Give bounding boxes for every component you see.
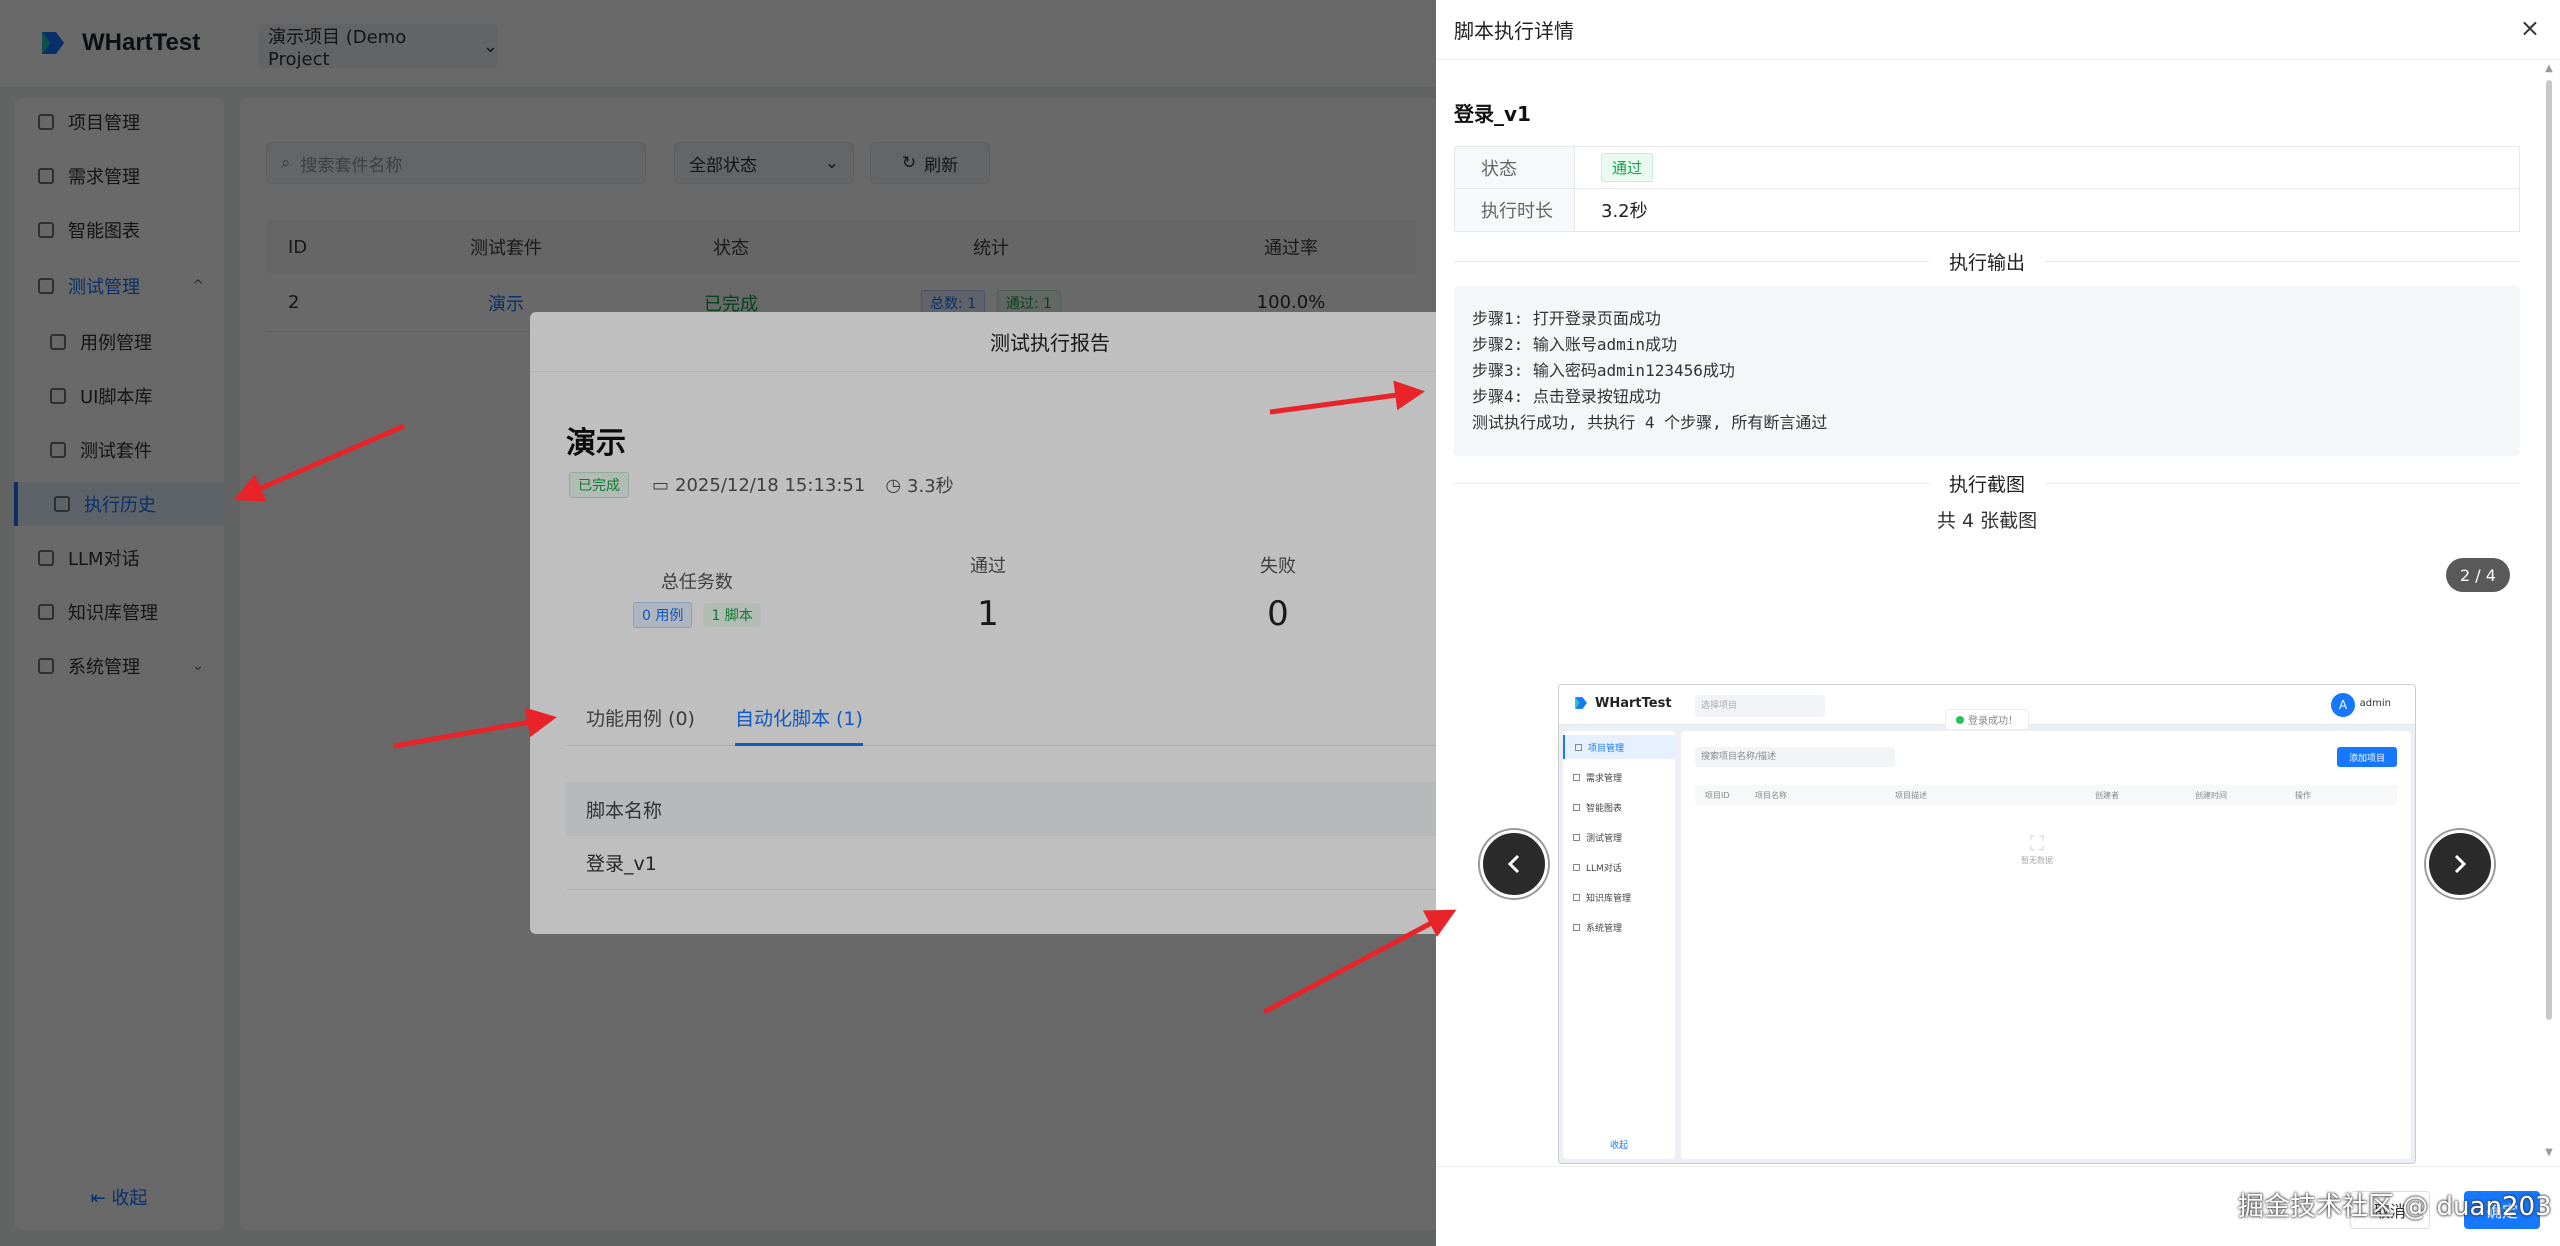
success-icon xyxy=(1956,715,1964,724)
carousel-next-button[interactable] xyxy=(2426,830,2494,898)
status-badge: 通过 xyxy=(1601,153,1654,182)
logo-icon xyxy=(1575,697,1587,709)
avatar: A xyxy=(2331,693,2355,717)
drawer-scrollbar[interactable]: ▲ ▼ xyxy=(2544,60,2554,1162)
screenshot-divider: 执行截图 xyxy=(1454,470,2521,497)
desc-row-duration: 执行时长 3.2秒 xyxy=(1455,189,2519,231)
app-root: WHartTest 演示项目 (Demo Project ⌄ 项目管理 需求管理… xyxy=(0,0,2560,1246)
carousel-prev-button[interactable] xyxy=(1480,830,1548,898)
screenshot-count: 共 4 张截图 xyxy=(1936,510,2038,532)
output-line: 步骤3: 输入密码admin123456成功 xyxy=(1472,361,1735,380)
output-line: 步骤1: 打开登录页面成功 xyxy=(1472,309,1661,328)
screenshot-sidebar-label: 智能图表 xyxy=(1586,803,1623,814)
desc-label: 执行时长 xyxy=(1455,189,1575,231)
screenshot-sidebar-item: 智能图表 xyxy=(1563,795,1675,819)
output-line: 步骤2: 输入账号admin成功 xyxy=(1472,335,1678,354)
screenshot-sidebar-item: LLM对话 xyxy=(1563,855,1675,879)
screenshot-title: 执行截图 xyxy=(1949,474,2026,496)
screenshot-column: 创建者 xyxy=(2095,790,2119,800)
chart-icon xyxy=(1573,803,1580,811)
screenshot-collapse: 收起 xyxy=(1609,1141,1628,1151)
screenshot-toast: 登录成功！ xyxy=(1945,709,2029,730)
chat-icon xyxy=(1573,863,1580,871)
screenshot-logo: WHartTest xyxy=(1573,695,1672,711)
output-line: 步骤4: 点击登录按钮成功 xyxy=(1472,387,1661,406)
desc-value: 通过 xyxy=(1575,147,2519,188)
screenshot-sidebar-item: 需求管理 xyxy=(1563,765,1675,789)
execution-output: 步骤1: 打开登录页面成功 步骤2: 输入账号admin成功 步骤3: 输入密码… xyxy=(1454,286,2520,456)
close-icon[interactable]: × xyxy=(2520,14,2540,42)
screenshot-app-name: WHartTest xyxy=(1595,695,1672,711)
screenshot-sidebar-item: 知识库管理 xyxy=(1563,885,1675,909)
screenshot-column: 项目描述 xyxy=(1895,790,1927,800)
drawer-title: 脚本执行详情 xyxy=(1436,0,2560,60)
screenshot-project-select: 选择项目 xyxy=(1695,695,1825,717)
gear-icon xyxy=(1573,923,1580,931)
screenshot-username: admin xyxy=(2359,698,2391,709)
screenshot-column: 创建时间 xyxy=(2195,790,2227,800)
project-icon xyxy=(1575,743,1582,751)
drawer-mask[interactable] xyxy=(0,0,1436,1246)
toast-text: 登录成功！ xyxy=(1968,716,2018,727)
scroll-thumb[interactable] xyxy=(2546,80,2552,1020)
script-name: 登录_v1 xyxy=(1454,102,1531,126)
screenshot-column: 项目名称 xyxy=(1755,790,1787,800)
screenshot-sidebar-label: LLM对话 xyxy=(1586,863,1622,874)
output-title: 执行输出 xyxy=(1949,252,2026,274)
watermark: 掘金技术社区 @ duan203 xyxy=(2238,1192,2552,1222)
screenshot-top-bar: WHartTest 选择项目 登录成功！ A admin xyxy=(1559,685,2415,730)
screenshot-sidebar-label: 测试管理 xyxy=(1586,833,1623,844)
chevron-left-icon xyxy=(1507,854,1520,874)
script-descriptions: 状态 通过 执行时长 3.2秒 xyxy=(1454,146,2520,232)
requirement-icon xyxy=(1573,773,1580,781)
screenshot-search: 搜索项目名称/描述 xyxy=(1695,747,1895,767)
carousel-page-indicator: 2 / 4 xyxy=(2446,558,2510,592)
screenshot-sidebar-label: 需求管理 xyxy=(1586,773,1623,784)
screenshot-table-header: 项目ID 项目名称 项目描述 创建者 创建时间 操作 xyxy=(1695,785,2397,805)
empty-box-icon: ⛶ xyxy=(2030,831,2044,855)
screenshot-empty-state: ⛶ 暂无数据 xyxy=(2021,831,2053,866)
output-line: 测试执行成功, 共执行 4 个步骤, 所有断言通过 xyxy=(1472,413,1828,432)
screenshot-sidebar-label: 知识库管理 xyxy=(1586,893,1632,904)
screenshot-sidebar-item: 系统管理 xyxy=(1563,915,1675,939)
screenshot-column: 项目ID xyxy=(1705,790,1730,800)
chevron-right-icon xyxy=(2454,854,2467,874)
screenshot-sidebar-label: 系统管理 xyxy=(1586,923,1623,934)
scroll-down-arrow-icon[interactable]: ▼ xyxy=(2544,1148,2554,1158)
empty-text: 暂无数据 xyxy=(2021,856,2053,865)
screenshot-column: 操作 xyxy=(2295,790,2311,800)
output-divider: 执行输出 xyxy=(1454,248,2521,275)
test-icon xyxy=(1573,833,1580,841)
screenshot-add-button: 添加项目 xyxy=(2337,747,2397,767)
desc-value: 3.2秒 xyxy=(1601,201,1648,222)
screenshot-sidebar-item: 测试管理 xyxy=(1563,825,1675,849)
desc-label: 状态 xyxy=(1455,147,1575,188)
book-icon xyxy=(1573,893,1580,901)
screenshot-sidebar: 项目管理 需求管理 智能图表 测试管理 LLM对话 知识库管理 系统管理 收起 xyxy=(1563,731,1675,1159)
scroll-up-arrow-icon[interactable]: ▲ xyxy=(2544,64,2554,74)
execution-screenshot: WHartTest 选择项目 登录成功！ A admin 项目管理 需求管理 智… xyxy=(1558,684,2416,1164)
screenshot-sidebar-item: 项目管理 xyxy=(1563,735,1675,759)
screenshot-main: 搜索项目名称/描述 添加项目 项目ID 项目名称 项目描述 创建者 创建时间 操… xyxy=(1681,731,2411,1159)
screenshot-sidebar-label: 项目管理 xyxy=(1588,743,1625,754)
desc-row-status: 状态 通过 xyxy=(1455,147,2519,189)
